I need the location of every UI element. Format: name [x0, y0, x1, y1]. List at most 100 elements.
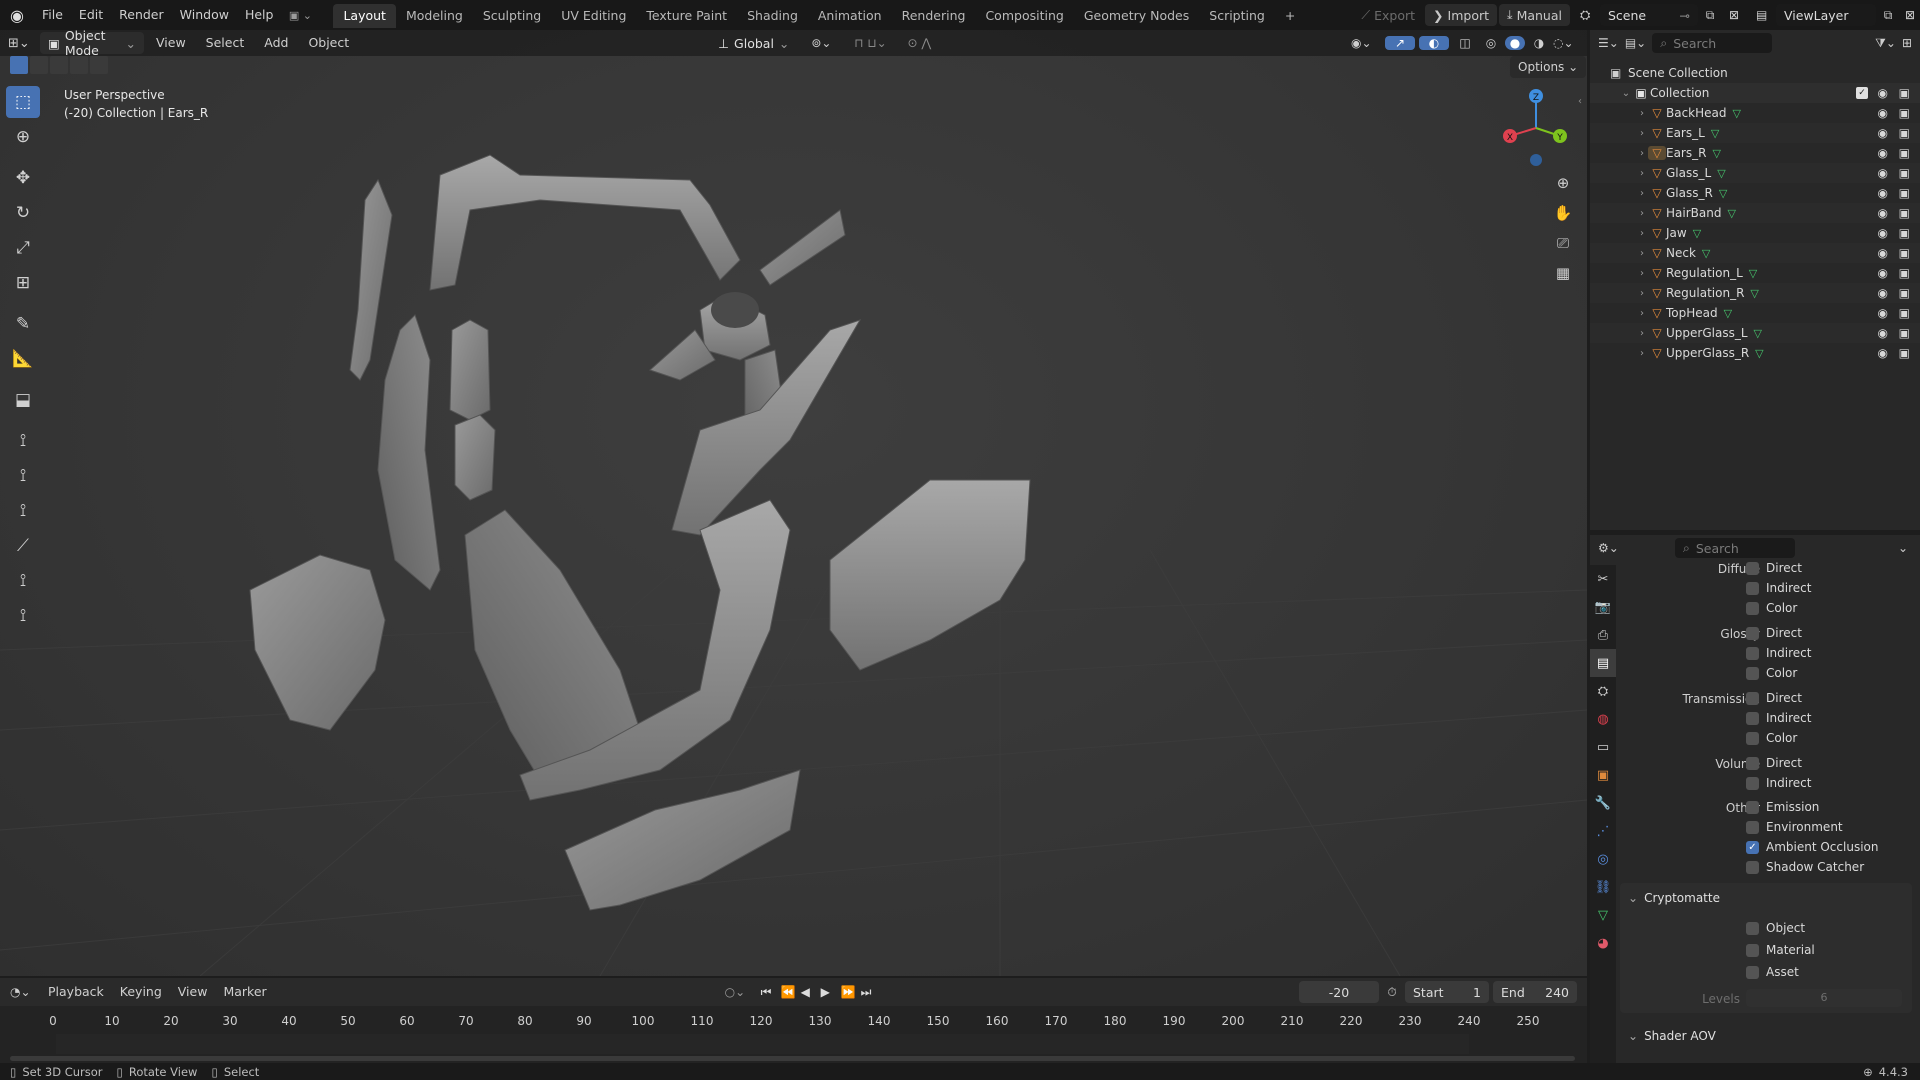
checkbox-box[interactable]: [1746, 820, 1759, 834]
select-box-icon[interactable]: ⬚: [6, 86, 40, 118]
glossy-direct-checkbox[interactable]: Direct: [1746, 626, 1802, 640]
volume-direct-checkbox[interactable]: Direct: [1746, 756, 1802, 770]
select-mode-icons[interactable]: [10, 56, 108, 74]
scene-collection-row[interactable]: ▣ Scene Collection: [1590, 63, 1920, 83]
list-item[interactable]: › ▽ Glass_R ▽ ◉ ▣: [1590, 183, 1920, 203]
outliner-editor-icon[interactable]: ☰⌄: [1598, 36, 1619, 50]
camera-icon[interactable]: ▣: [1899, 266, 1910, 280]
collection-tab-icon[interactable]: ▭: [1590, 733, 1616, 761]
view-layer-icon[interactable]: ▤: [1756, 8, 1776, 22]
properties-editor-icon[interactable]: ⚙⌄: [1598, 541, 1619, 555]
xray-icon[interactable]: ◫: [1453, 36, 1477, 50]
rotate-icon[interactable]: ↻: [6, 197, 40, 229]
chevron-right-icon[interactable]: ›: [1636, 108, 1648, 119]
rendered-shading-icon[interactable]: ◌⌄: [1553, 36, 1587, 50]
list-item[interactable]: › ▽ Jaw ▽ ◉ ▣: [1590, 223, 1920, 243]
outliner-search-input[interactable]: ⌕ Search: [1652, 33, 1773, 53]
manual-button[interactable]: ⤓ Manual: [1499, 4, 1570, 26]
glossy-indirect-checkbox[interactable]: Indirect: [1746, 646, 1811, 660]
select-new-icon[interactable]: [10, 56, 28, 74]
current-frame-field[interactable]: -20: [1299, 981, 1379, 1003]
stopwatch-icon[interactable]: ⏱: [1379, 985, 1405, 1000]
output-tab-icon[interactable]: ⎙: [1590, 621, 1616, 649]
display-mode-icon[interactable]: ▤⌄: [1625, 36, 1646, 50]
checkbox-box[interactable]: [1746, 731, 1759, 745]
cryptomatte-header[interactable]: ⌄ Cryptomatte: [1628, 891, 1720, 905]
checkbox-box[interactable]: [1746, 943, 1759, 957]
timeline-scrollbar[interactable]: [10, 1056, 1575, 1061]
select-extend-icon[interactable]: [30, 56, 48, 74]
layout-dropdown-icon[interactable]: ▣ ⌄: [281, 9, 319, 22]
list-item[interactable]: › ▽ Neck ▽ ◉ ▣: [1590, 243, 1920, 263]
camera-icon[interactable]: ▣: [1899, 86, 1910, 100]
list-item[interactable]: › ▽ Ears_L ▽ ◉ ▣: [1590, 123, 1920, 143]
filter-icon[interactable]: ⧩⌄: [1875, 36, 1896, 51]
gizmo-toggle-icon[interactable]: ↗: [1385, 36, 1415, 50]
timeline-ruler[interactable]: 0 10 20 30 40 50 60 70 80 90 100 110 120…: [0, 1006, 1587, 1063]
constraints-tab-icon[interactable]: ⛓: [1590, 873, 1616, 901]
editor-type-icon[interactable]: ⊞⌄: [8, 36, 36, 51]
chevron-right-icon[interactable]: ›: [1636, 248, 1648, 259]
chevron-down-icon[interactable]: ⌄: [1620, 88, 1632, 99]
world-tab-icon[interactable]: ◍: [1590, 705, 1616, 733]
menu-file[interactable]: File: [34, 0, 71, 30]
cursor-icon[interactable]: ⊕: [6, 121, 40, 153]
camera-icon[interactable]: ▣: [1899, 146, 1910, 160]
checkbox-box[interactable]: [1746, 561, 1759, 575]
play-icon[interactable]: ▶: [821, 985, 841, 999]
mode-selector[interactable]: ▣ Object Mode ⌄: [40, 30, 144, 58]
transmission-direct-checkbox[interactable]: Direct: [1746, 691, 1802, 705]
menu-timeline-view[interactable]: View: [170, 981, 216, 1003]
tab-rendering[interactable]: Rendering: [892, 4, 976, 28]
tab-modeling[interactable]: Modeling: [396, 4, 473, 28]
pan-hand-icon[interactable]: ✋: [1550, 200, 1576, 226]
menu-edit[interactable]: Edit: [71, 0, 111, 30]
camera-icon[interactable]: ▣: [1899, 186, 1910, 200]
checkbox-box[interactable]: [1746, 601, 1759, 615]
hair-draw-icon[interactable]: ⟋: [6, 530, 40, 562]
pivot-icon[interactable]: ⊚⌄: [801, 36, 841, 50]
scene-selector[interactable]: Scene ⊸: [1600, 4, 1698, 26]
hair-add-icon[interactable]: ⟟: [6, 425, 40, 457]
checkbox-box[interactable]: [1746, 756, 1759, 770]
start-frame-field[interactable]: Start 1: [1405, 981, 1489, 1003]
view-layer-tab-icon[interactable]: ▤: [1590, 649, 1616, 677]
mesh-data-icon[interactable]: ▽: [1693, 227, 1701, 240]
tab-geometry-nodes[interactable]: Geometry Nodes: [1074, 4, 1199, 28]
shadow-catcher-checkbox[interactable]: Shadow Catcher: [1746, 860, 1864, 874]
list-item[interactable]: › ▽ BackHead ▽ ◉ ▣: [1590, 103, 1920, 123]
jump-start-icon[interactable]: ⏮: [761, 985, 781, 1000]
camera-icon[interactable]: ▣: [1899, 286, 1910, 300]
material-shading-icon[interactable]: ◑: [1529, 36, 1549, 50]
zoom-icon[interactable]: ⊕: [1550, 170, 1576, 196]
select-intersect-icon[interactable]: [90, 56, 108, 74]
view-layer-selector[interactable]: ViewLayer: [1776, 4, 1876, 26]
add-workspace-button[interactable]: +: [1275, 4, 1305, 28]
material-tab-icon[interactable]: ◕: [1590, 929, 1616, 957]
list-item[interactable]: › ▽ Regulation_L ▽ ◉ ▣: [1590, 263, 1920, 283]
perspective-toggle-icon[interactable]: ▦: [1550, 260, 1576, 286]
mesh-data-icon[interactable]: ▽: [1717, 167, 1725, 180]
list-item[interactable]: › ▽ TopHead ▽ ◉ ▣: [1590, 303, 1920, 323]
eye-icon[interactable]: ◉: [1878, 106, 1888, 120]
hair-density-icon[interactable]: ⟟: [6, 565, 40, 597]
chevron-right-icon[interactable]: ›: [1636, 268, 1648, 279]
checkbox-box[interactable]: [1746, 581, 1759, 595]
overlay-toggle-icon[interactable]: ◐: [1419, 36, 1449, 50]
hair-paint-icon[interactable]: ⟟: [6, 495, 40, 527]
remove-view-layer-icon[interactable]: ⊠: [1900, 8, 1920, 22]
transform-orientation-selector[interactable]: ⊥ Global ⌄: [710, 32, 797, 54]
tab-layout[interactable]: Layout: [333, 4, 396, 28]
menu-window[interactable]: Window: [172, 0, 237, 30]
mesh-data-icon[interactable]: ▽: [1749, 267, 1757, 280]
chevron-right-icon[interactable]: ›: [1636, 148, 1648, 159]
collection-row[interactable]: ⌄ ▣ Collection ✓ ◉ ▣: [1590, 83, 1920, 103]
jump-keyframe-back-icon[interactable]: ⏪: [781, 985, 801, 999]
pin-icon[interactable]: ⊸: [1680, 8, 1690, 23]
mesh-data-icon[interactable]: ▽: [1733, 107, 1741, 120]
eye-icon[interactable]: ◉: [1878, 186, 1888, 200]
sidebar-toggle-icon[interactable]: ‹: [1578, 96, 1582, 107]
camera-icon[interactable]: ▣: [1899, 346, 1910, 360]
glossy-color-checkbox[interactable]: Color: [1746, 666, 1797, 680]
chevron-right-icon[interactable]: ›: [1636, 128, 1648, 139]
